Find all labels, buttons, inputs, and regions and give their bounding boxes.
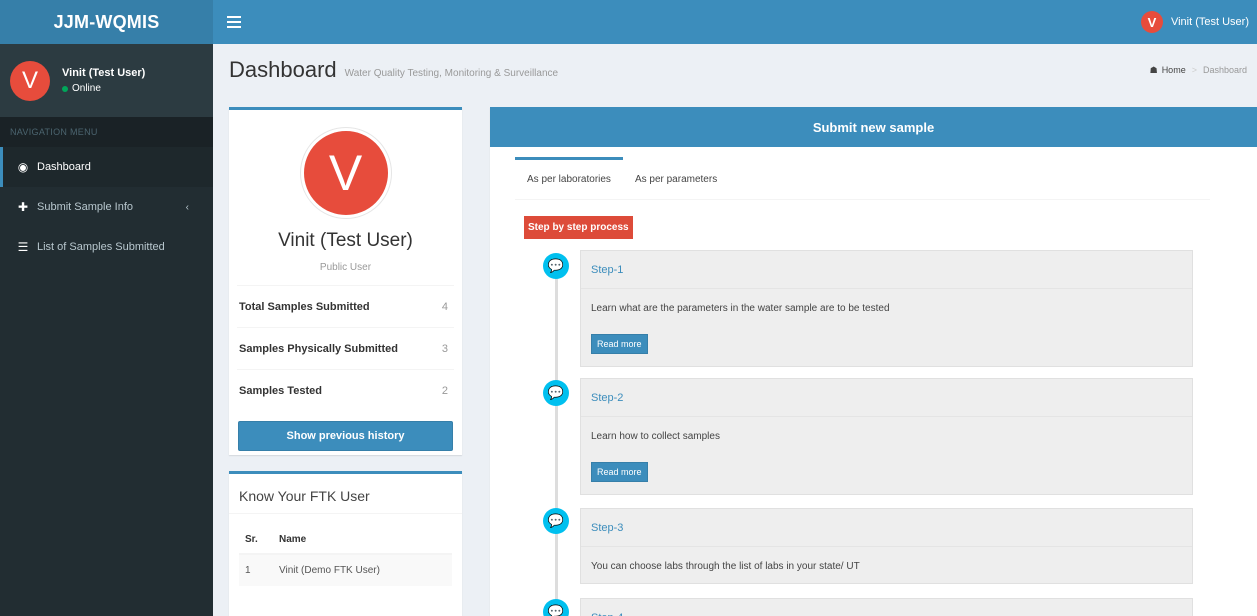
stat-value: 2 (441, 384, 448, 397)
submit-tabs: As per laboratories As per parameters (515, 157, 1210, 200)
online-dot-icon (62, 85, 68, 92)
profile-stats: Total Samples Submitted 4 Samples Physic… (237, 285, 454, 411)
comment-icon: 💬 (543, 599, 569, 616)
ftk-title: Know Your FTK User (229, 474, 462, 514)
comment-icon: 💬 (543, 253, 569, 279)
profile-name: Vinit (Test User) (278, 230, 413, 251)
sidebar-item-label: Submit Sample Info (37, 201, 133, 213)
stat-value: 4 (441, 300, 448, 313)
step-title: Step-4 (581, 599, 1192, 616)
timeline-item: Step-1 Learn what are the parameters in … (580, 250, 1193, 367)
submit-sample-title: Submit new sample (490, 107, 1257, 147)
stat-label: Samples Tested (239, 384, 322, 397)
breadcrumb-home[interactable]: Home (1162, 65, 1186, 75)
sidebar-item-label: Dashboard (37, 161, 91, 173)
stat-row: Total Samples Submitted 4 (237, 285, 454, 327)
navbar: V Vinit (Test User) (213, 0, 1257, 44)
dashboard-icon: ◉ (17, 160, 29, 174)
stat-row: Samples Tested 2 (237, 369, 454, 411)
plus-icon: ✚ (17, 200, 29, 214)
step-title: Step-2 (581, 379, 1192, 417)
home-icon: ☗ (1149, 64, 1158, 75)
steps-timeline: 💬 Step-1 Learn what are the parameters i… (490, 247, 1257, 616)
process-badge: Step by step process (524, 216, 633, 239)
timeline-item: Step-3 You can choose labs through the l… (580, 508, 1193, 584)
status-badge: Online (62, 83, 145, 94)
breadcrumb-separator: > (1191, 65, 1197, 75)
timeline-item: Step-4 (580, 598, 1193, 616)
table-header-row: Sr. Name (239, 526, 452, 555)
step-title: Step-1 (581, 251, 1192, 289)
list-icon: ☰ (17, 240, 29, 254)
read-more-button[interactable]: Read more (591, 462, 648, 482)
app-logo[interactable]: JJM-WQMIS (0, 0, 213, 44)
timeline-item: Step-2 Learn how to collect samples Read… (580, 378, 1193, 495)
step-title: Step-3 (581, 509, 1192, 547)
step-text: You can choose labs through the list of … (591, 561, 860, 572)
sidebar-item-label: List of Samples Submitted (37, 241, 165, 253)
sidebar: V Vinit (Test User) Online NAVIGATION ME… (0, 44, 213, 616)
ftk-table: Sr. Name 1 Vinit (Demo FTK User) (239, 526, 452, 586)
step-text: Learn how to collect samples (591, 431, 720, 442)
profile-role: Public User (319, 262, 372, 273)
nav-header: NAVIGATION MENU (0, 117, 213, 147)
sidebar-user-name: Vinit (Test User) (62, 67, 146, 79)
content-header: Dashboard Water Quality Testing, Monitor… (213, 44, 1257, 96)
breadcrumb: ☗ Home > Dashboard (1150, 65, 1247, 76)
comment-icon: 💬 (543, 508, 569, 534)
user-menu-name: Vinit (Test User) (1170, 16, 1249, 28)
profile-box: V Vinit (Test User) Public User Total Sa… (229, 107, 462, 455)
status-text: Online (72, 83, 101, 94)
stat-value: 3 (441, 342, 448, 355)
column-header-sr: Sr. (239, 526, 273, 555)
column-header-name: Name (273, 526, 452, 555)
profile-avatar: V (300, 128, 391, 218)
breadcrumb-current: Dashboard (1202, 65, 1247, 75)
cell-name: Vinit (Demo FTK User) (273, 554, 452, 586)
sidebar-item-dashboard[interactable]: ◉ Dashboard (0, 147, 213, 187)
table-row: 1 Vinit (Demo FTK User) (239, 554, 452, 586)
tab-laboratories[interactable]: As per laboratories (515, 157, 623, 199)
stat-label: Total Samples Submitted (239, 300, 370, 313)
read-more-button[interactable]: Read more (591, 334, 648, 354)
avatar: V (10, 60, 50, 101)
chevron-left-icon: ‹ (185, 201, 189, 213)
avatar: V (1140, 11, 1163, 33)
page-subtitle: Water Quality Testing, Monitoring & Surv… (344, 67, 559, 79)
sidebar-item-samples-list[interactable]: ☰ List of Samples Submitted (0, 227, 213, 267)
user-menu[interactable]: V Vinit (Test User) (1140, 11, 1249, 33)
comment-icon: 💬 (543, 380, 569, 406)
sidebar-item-submit-sample[interactable]: ✚ Submit Sample Info ‹ (0, 187, 213, 227)
timeline-line (555, 257, 558, 616)
step-text: Learn what are the parameters in the wat… (591, 303, 890, 314)
page-title: Dashboard (229, 57, 337, 82)
sidebar-user-panel: V Vinit (Test User) Online (0, 44, 213, 117)
show-history-button[interactable]: Show previous history (238, 421, 453, 451)
sidebar-toggle-icon[interactable] (227, 16, 241, 28)
cell-sr: 1 (239, 554, 273, 586)
stat-label: Samples Physically Submitted (239, 342, 398, 355)
stat-row: Samples Physically Submitted 3 (237, 327, 454, 369)
tab-parameters[interactable]: As per parameters (623, 157, 729, 199)
ftk-box: Know Your FTK User Sr. Name 1 Vinit (Dem… (229, 471, 462, 616)
top-navbar: JJM-WQMIS V Vinit (Test User) (0, 0, 1257, 44)
